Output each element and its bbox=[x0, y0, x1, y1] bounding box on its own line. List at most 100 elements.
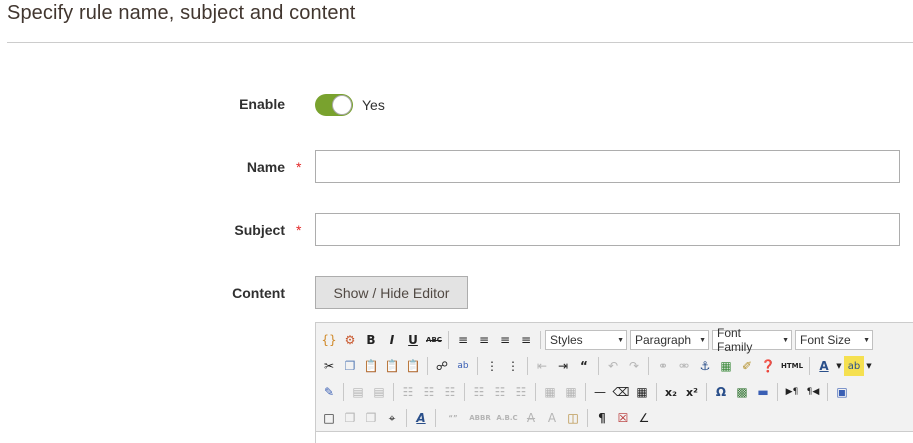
delete-col-icon[interactable]: ☷ bbox=[511, 382, 531, 402]
media-icon[interactable]: ▩ bbox=[732, 382, 752, 402]
table-cell-props-icon[interactable]: ▤ bbox=[369, 382, 389, 402]
rtl-icon[interactable]: ¶◀ bbox=[803, 382, 823, 402]
non-breaking-icon[interactable]: ☒ bbox=[613, 408, 633, 428]
name-input[interactable] bbox=[315, 150, 900, 183]
align-left-icon[interactable]: ≡ bbox=[453, 330, 473, 350]
horizontal-rule-icon[interactable]: — bbox=[590, 382, 610, 402]
cut-icon[interactable]: ✂ bbox=[319, 356, 339, 376]
merge-cells-icon[interactable]: ▦ bbox=[561, 382, 581, 402]
font-family-select[interactable]: Font Family ▼ bbox=[712, 326, 792, 354]
toolbar-separator bbox=[464, 383, 465, 401]
name-label: Name bbox=[246, 159, 285, 175]
bullet-list-icon[interactable]: ⋮ bbox=[482, 356, 502, 376]
abbreviation-icon[interactable]: A.B.C bbox=[494, 408, 520, 428]
enable-value-text: Yes bbox=[362, 97, 385, 113]
subject-input[interactable] bbox=[315, 213, 900, 246]
replace-icon[interactable]: ab bbox=[453, 356, 473, 376]
cleanup-icon[interactable]: ✐ bbox=[737, 356, 757, 376]
outdent-icon[interactable]: ⇤ bbox=[532, 356, 552, 376]
anchor-icon[interactable]: ⚓ bbox=[695, 356, 715, 376]
paste-icon[interactable]: 📋 bbox=[361, 356, 381, 376]
insert-widget-icon[interactable]: ⚙ bbox=[340, 330, 360, 350]
background-color-dropdown-icon[interactable]: ▼ bbox=[865, 356, 873, 376]
indent-icon[interactable]: ⇥ bbox=[553, 356, 573, 376]
special-char-icon[interactable]: Ω bbox=[711, 382, 731, 402]
toolbar-separator bbox=[777, 383, 778, 401]
italic-icon[interactable]: I bbox=[382, 330, 402, 350]
align-center-icon[interactable]: ≡ bbox=[474, 330, 494, 350]
move-backward-icon[interactable]: ❐ bbox=[361, 408, 381, 428]
format-select-label: Paragraph bbox=[635, 333, 692, 347]
font-size-select-label: Font Size bbox=[800, 333, 851, 347]
delete-text-icon[interactable]: A bbox=[521, 408, 541, 428]
advanced-hr-icon[interactable]: ▬ bbox=[753, 382, 773, 402]
insert-text-icon[interactable]: A bbox=[542, 408, 562, 428]
insert-col-after-icon[interactable]: ☷ bbox=[490, 382, 510, 402]
show-hide-editor-button[interactable]: Show / Hide Editor bbox=[315, 276, 468, 309]
strikethrough-icon[interactable]: ABC bbox=[424, 330, 444, 350]
align-justify-icon[interactable]: ≡ bbox=[516, 330, 536, 350]
section-divider bbox=[7, 42, 913, 43]
visual-chars-icon[interactable]: ¶ bbox=[592, 408, 612, 428]
page-break-icon[interactable]: ∠ bbox=[634, 408, 654, 428]
subscript-icon[interactable]: x₂ bbox=[661, 382, 681, 402]
cite-icon[interactable]: “” bbox=[440, 408, 466, 428]
undo-icon[interactable]: ↶ bbox=[603, 356, 623, 376]
find-icon[interactable]: ☍ bbox=[432, 356, 452, 376]
font-family-select-label: Font Family bbox=[717, 326, 753, 354]
editor-content-area[interactable] bbox=[316, 431, 913, 443]
remove-format-icon[interactable]: ⌫ bbox=[611, 382, 631, 402]
toolbar-separator bbox=[477, 357, 478, 375]
paste-text-icon[interactable]: 📋 bbox=[382, 356, 402, 376]
styles-props-icon[interactable]: A bbox=[411, 408, 431, 428]
insert-col-before-icon[interactable]: ☷ bbox=[469, 382, 489, 402]
bold-icon[interactable]: B bbox=[361, 330, 381, 350]
align-right-icon[interactable]: ≡ bbox=[495, 330, 515, 350]
unlink-icon[interactable]: ⚮ bbox=[674, 356, 694, 376]
chevron-down-icon: ▼ bbox=[863, 336, 870, 344]
toolbar-separator bbox=[448, 331, 449, 349]
absolute-position-icon[interactable]: ⌖ bbox=[382, 408, 402, 428]
styles-select[interactable]: Styles ▼ bbox=[545, 330, 627, 350]
text-color-icon[interactable]: A bbox=[814, 356, 834, 376]
fullscreen-icon[interactable]: ▣ bbox=[832, 382, 852, 402]
toolbar-separator bbox=[527, 357, 528, 375]
ltr-icon[interactable]: ▶¶ bbox=[782, 382, 802, 402]
delete-row-icon[interactable]: ☷ bbox=[440, 382, 460, 402]
insert-row-after-icon[interactable]: ☷ bbox=[419, 382, 439, 402]
paste-word-icon[interactable]: 📋 bbox=[403, 356, 423, 376]
wysiwyg-editor: {} ⚙ B I U ABC ≡ ≡ ≡ ≡ Styles ▼ Paragraph… bbox=[315, 322, 913, 443]
html-source-icon[interactable]: HTML bbox=[779, 356, 805, 376]
table-row-props-icon[interactable]: ▤ bbox=[348, 382, 368, 402]
background-color-icon[interactable]: ab bbox=[844, 356, 864, 376]
underline-icon[interactable]: U bbox=[403, 330, 423, 350]
text-color-dropdown-icon[interactable]: ▼ bbox=[835, 356, 843, 376]
toolbar-separator bbox=[648, 357, 649, 375]
insert-variable-icon[interactable]: {} bbox=[319, 330, 339, 350]
split-cells-icon[interactable]: ▦ bbox=[540, 382, 560, 402]
link-icon[interactable]: ⚭ bbox=[653, 356, 673, 376]
enable-toggle[interactable] bbox=[315, 94, 353, 116]
move-forward-icon[interactable]: ❐ bbox=[340, 408, 360, 428]
help-icon[interactable]: ❓ bbox=[758, 356, 778, 376]
insert-layer-icon[interactable]: □ bbox=[319, 408, 339, 428]
image-icon[interactable]: ▦ bbox=[716, 356, 736, 376]
insert-row-before-icon[interactable]: ☷ bbox=[398, 382, 418, 402]
acronym-icon[interactable]: ABBR bbox=[467, 408, 493, 428]
toolbar-separator bbox=[706, 383, 707, 401]
insert-table-icon[interactable]: ▦ bbox=[632, 382, 652, 402]
toolbar-row-3: ✎ ▤ ▤ ☷ ☷ ☷ ☷ ☷ ☷ ▦ ▦ — ⌫ ▦ x₂ x² Ω ▩ ▬ … bbox=[319, 380, 852, 404]
superscript-icon[interactable]: x² bbox=[682, 382, 702, 402]
redo-icon[interactable]: ↷ bbox=[624, 356, 644, 376]
toolbar-separator bbox=[585, 383, 586, 401]
copy-icon[interactable]: ❐ bbox=[340, 356, 360, 376]
toolbar-separator bbox=[827, 383, 828, 401]
edit-css-icon[interactable]: ✎ bbox=[319, 382, 339, 402]
blockquote-icon[interactable]: “ bbox=[574, 356, 594, 376]
numbered-list-icon[interactable]: ⋮ bbox=[503, 356, 523, 376]
format-select[interactable]: Paragraph ▼ bbox=[630, 330, 709, 350]
section-title: Specify rule name, subject and content bbox=[7, 2, 356, 24]
attributes-icon[interactable]: ◫ bbox=[563, 408, 583, 428]
font-size-select[interactable]: Font Size ▼ bbox=[795, 330, 873, 350]
toolbar-separator bbox=[587, 409, 588, 427]
